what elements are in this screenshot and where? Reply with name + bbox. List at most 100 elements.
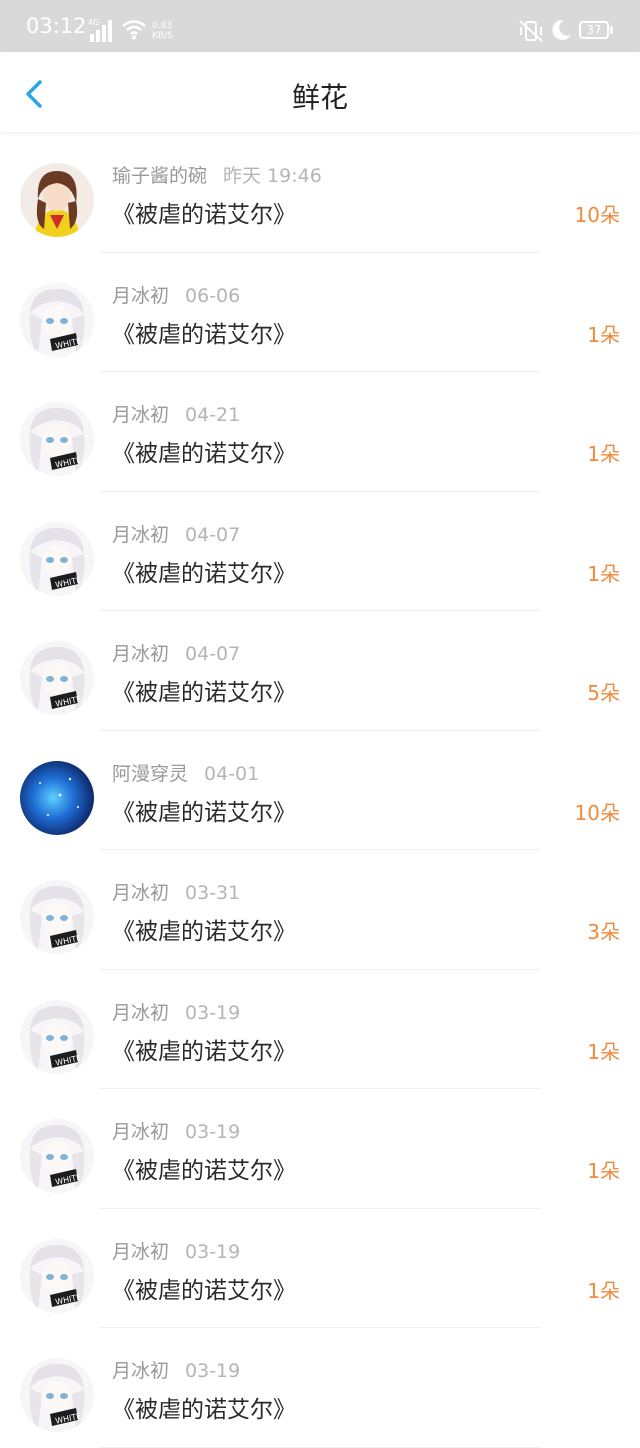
flower-list-item[interactable]: WHITE 月冰初 03-19 《被虐的诺艾尔》 1朵 xyxy=(0,970,640,1089)
username[interactable]: 月冰初 xyxy=(112,285,169,307)
avatar[interactable]: WHITE xyxy=(20,641,94,715)
flower-list-item[interactable]: WHITE 月冰初 03-31 《被虐的诺艾尔》 3朵 xyxy=(0,850,640,970)
status-time: 03:12 xyxy=(26,14,87,38)
book-title[interactable]: 《被虐的诺艾尔》 xyxy=(112,195,296,229)
white-hair-avatar: WHITE xyxy=(20,402,94,476)
flower-list: 瑜子酱的碗 昨天 19:46 《被虐的诺艾尔》 10朵 WHITE 月冰初 06-0… xyxy=(0,133,640,1448)
timestamp: 04-07 xyxy=(185,523,241,546)
item-meta: 瑜子酱的碗 昨天 19:46 xyxy=(112,161,322,188)
book-title[interactable]: 《被虐的诺艾尔》 xyxy=(112,315,296,349)
avatar[interactable]: WHITE xyxy=(20,1238,94,1313)
item-meta: 月冰初 06-06 xyxy=(112,281,240,308)
timestamp: 03-19 xyxy=(185,1360,241,1382)
avatar[interactable]: WHITE xyxy=(20,999,94,1074)
item-meta: 月冰初 04-21 xyxy=(112,400,240,427)
username[interactable]: 月冰初 xyxy=(112,404,169,426)
book-title[interactable]: 《被虐的诺艾尔》 xyxy=(112,793,296,827)
timestamp: 03-31 xyxy=(185,882,241,904)
flower-list-item[interactable]: WHITE 月冰初 04-07 《被虐的诺艾尔》 1朵 xyxy=(0,492,640,611)
signal-icon xyxy=(90,20,112,42)
item-meta: 月冰初 04-07 xyxy=(112,520,240,547)
timestamp: 04-01 xyxy=(204,762,260,785)
white-hair-avatar: WHITE xyxy=(20,1238,94,1313)
flower-count: 5朵 xyxy=(587,681,620,705)
flower-list-item[interactable]: 瑜子酱的碗 昨天 19:46 《被虐的诺艾尔》 10朵 xyxy=(0,133,640,253)
book-title[interactable]: 《被虐的诺艾尔》 xyxy=(112,673,296,707)
timestamp: 03-19 xyxy=(185,1001,241,1024)
avatar[interactable]: WHITE xyxy=(20,1119,94,1193)
white-hair-avatar: WHITE xyxy=(20,999,94,1074)
avatar[interactable]: WHITE xyxy=(20,880,94,954)
book-title[interactable]: 《被虐的诺艾尔》 xyxy=(112,554,296,588)
flower-count: 1朵 xyxy=(587,442,620,466)
timestamp: 昨天 19:46 xyxy=(223,165,322,187)
username[interactable]: 月冰初 xyxy=(112,1121,169,1143)
white-hair-avatar: WHITE xyxy=(20,641,94,715)
galaxy-avatar xyxy=(20,760,94,835)
avatar[interactable]: WHITE xyxy=(20,402,94,476)
book-title[interactable]: 《被虐的诺艾尔》 xyxy=(112,1032,296,1066)
flower-count: 1朵 xyxy=(587,1278,620,1303)
flower-list-item[interactable]: WHITE 月冰初 04-07 《被虐的诺艾尔》 5朵 xyxy=(0,611,640,731)
flower-count: 1朵 xyxy=(587,561,620,586)
book-title[interactable]: 《被虐的诺艾尔》 xyxy=(112,434,296,468)
timestamp: 04-21 xyxy=(185,404,241,426)
avatar[interactable] xyxy=(20,760,94,835)
page-title: 鲜花 xyxy=(291,81,348,114)
flower-list-item[interactable]: WHITE 月冰初 03-19 《被虐的诺艾尔》 1朵 xyxy=(0,1089,640,1209)
flower-count: 1朵 xyxy=(587,322,620,347)
flower-list-item[interactable]: WHITE 月冰初 03-19 《被虐的诺艾尔》 1朵 xyxy=(0,1209,640,1328)
moon-icon xyxy=(552,19,571,40)
divider xyxy=(100,1446,540,1448)
avatar[interactable]: WHITE xyxy=(20,521,94,596)
battery-icon: 37 xyxy=(579,21,609,39)
book-title[interactable]: 《被虐的诺艾尔》 xyxy=(112,912,296,946)
flower-count: 1朵 xyxy=(587,1039,620,1064)
title-bar: 鲜花 xyxy=(0,52,640,132)
wifi-icon xyxy=(122,20,146,40)
white-hair-avatar: WHITE xyxy=(20,880,94,954)
item-meta: 月冰初 03-19 xyxy=(112,998,240,1025)
username[interactable]: 月冰初 xyxy=(112,882,169,904)
avatar[interactable]: WHITE xyxy=(20,1358,94,1432)
item-meta: 月冰初 03-31 xyxy=(112,878,240,905)
timestamp: 06-06 xyxy=(185,284,241,307)
book-title[interactable]: 《被虐的诺艾尔》 xyxy=(112,1390,296,1424)
book-title[interactable]: 《被虐的诺艾尔》 xyxy=(112,1151,296,1185)
username[interactable]: 瑜子酱的碗 xyxy=(112,165,207,187)
battery-tip xyxy=(610,26,613,34)
username[interactable]: 月冰初 xyxy=(112,1360,169,1382)
white-hair-avatar: WHITE xyxy=(20,1358,94,1432)
flower-list-item[interactable]: WHITE 月冰初 06-06 《被虐的诺艾尔》 1朵 xyxy=(0,253,640,372)
flower-list-item[interactable]: WHITE 月冰初 03-19 《被虐的诺艾尔》 xyxy=(0,1328,640,1448)
flower-count: 1朵 xyxy=(587,1159,620,1183)
flower-count: 10朵 xyxy=(574,800,620,825)
item-meta: 月冰初 03-19 xyxy=(112,1117,240,1144)
white-hair-avatar: WHITE xyxy=(20,1119,94,1193)
white-hair-avatar: WHITE xyxy=(20,521,94,596)
username[interactable]: 月冰初 xyxy=(112,524,169,546)
item-meta: 月冰初 03-19 xyxy=(112,1356,240,1383)
avatar[interactable]: WHITE xyxy=(20,282,94,357)
timestamp: 04-07 xyxy=(185,643,241,665)
white-hair-avatar: WHITE xyxy=(20,282,94,357)
flower-list-item[interactable]: WHITE 月冰初 04-21 《被虐的诺艾尔》 1朵 xyxy=(0,372,640,492)
flower-count: 3朵 xyxy=(587,920,620,944)
item-meta: 阿漫穿灵 04-01 xyxy=(112,759,259,786)
flower-list-item[interactable]: 阿漫穿灵 04-01 《被虐的诺艾尔》 10朵 xyxy=(0,731,640,850)
vibrate-off-icon xyxy=(519,20,543,42)
flower-count: 10朵 xyxy=(574,203,620,227)
timestamp: 03-19 xyxy=(185,1121,241,1143)
status-bar: 03:12 4G 0.83 KB/S 37 xyxy=(0,0,640,52)
anime-girl-avatar xyxy=(20,163,94,237)
item-meta: 月冰初 03-19 xyxy=(112,1237,240,1264)
username[interactable]: 月冰初 xyxy=(112,643,169,665)
item-meta: 月冰初 04-07 xyxy=(112,639,240,666)
book-title[interactable]: 《被虐的诺艾尔》 xyxy=(112,1271,296,1305)
username[interactable]: 月冰初 xyxy=(112,1241,169,1263)
timestamp: 03-19 xyxy=(185,1240,241,1263)
username[interactable]: 阿漫穿灵 xyxy=(112,763,188,785)
network-speed: 0.83 KB/S xyxy=(152,21,173,41)
username[interactable]: 月冰初 xyxy=(112,1002,169,1024)
avatar[interactable] xyxy=(20,163,94,237)
